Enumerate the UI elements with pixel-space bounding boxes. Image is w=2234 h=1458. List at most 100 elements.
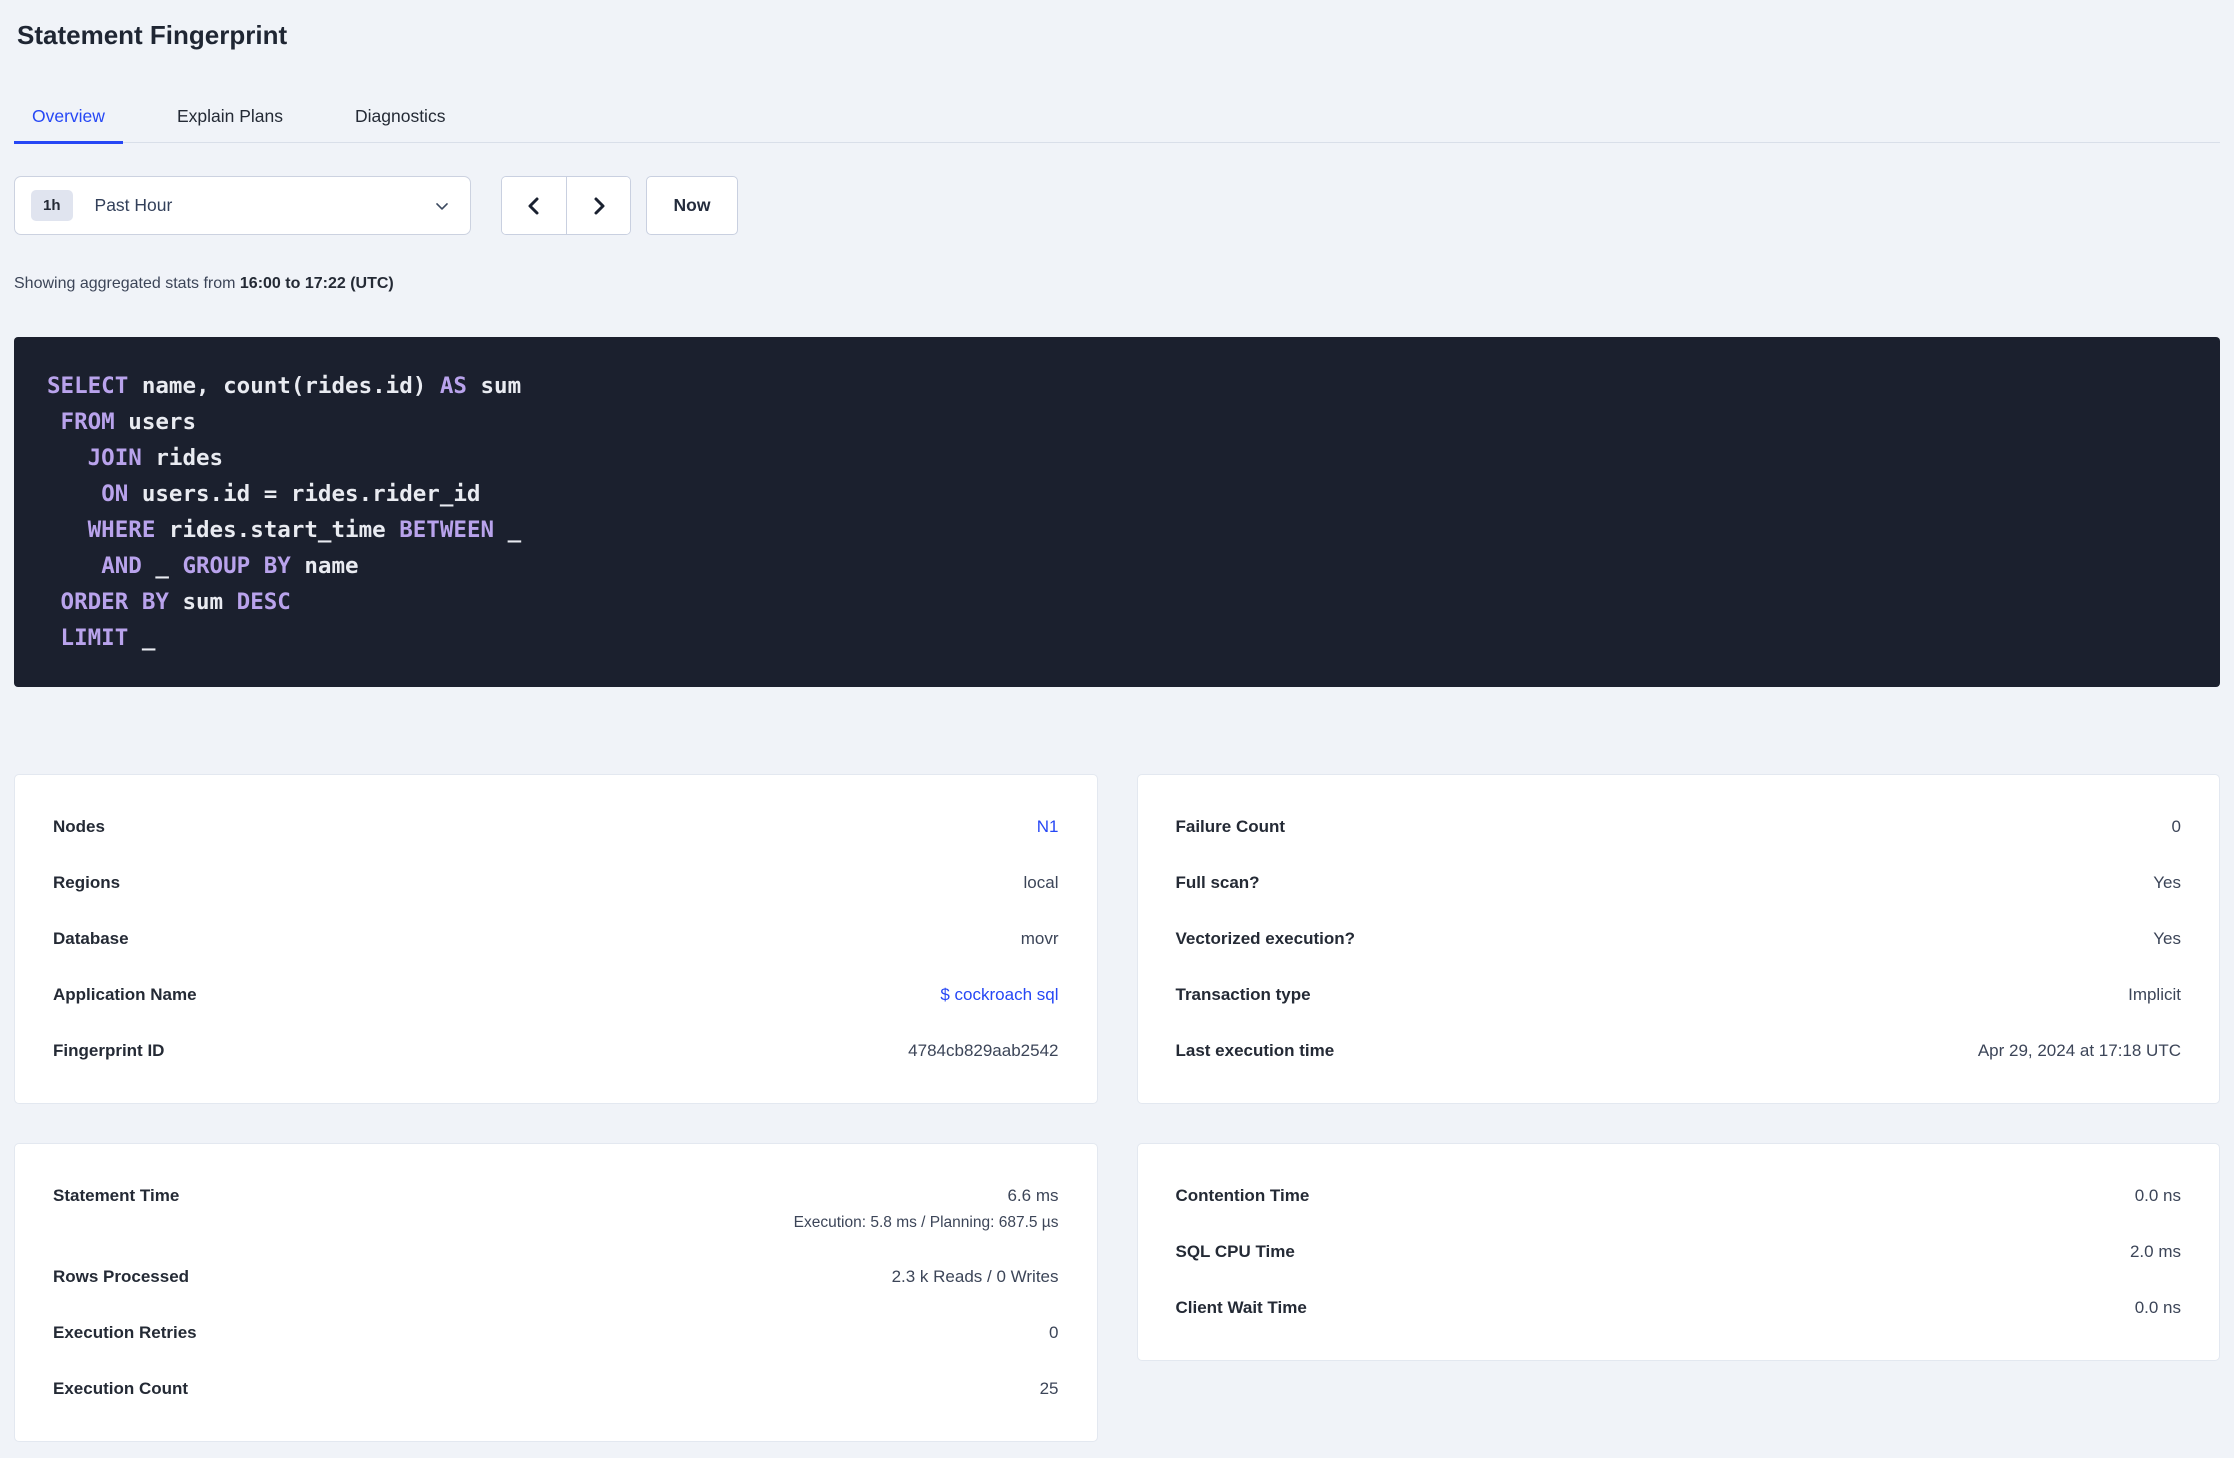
row-label: Database	[53, 929, 129, 948]
row-value-link[interactable]: N1	[1037, 817, 1059, 836]
sql-text: rides.start_time	[155, 517, 400, 543]
sql-text: users.id = rides.rider_id	[128, 481, 481, 507]
summary-row: Contention Time 0.0 ns	[1176, 1168, 2182, 1224]
previous-range-button[interactable]	[502, 177, 566, 234]
sql-text: name, count(rides.id)	[128, 373, 440, 399]
sql-keyword: AND	[101, 553, 142, 579]
sql-keyword: JOIN	[87, 445, 142, 471]
sql-text: name	[290, 553, 359, 579]
summary-row: Client Wait Time 0.0 ns	[1176, 1280, 2182, 1336]
stats-caption-range: 16:00 to 17:22 (UTC)	[239, 275, 394, 292]
row-value: 0	[1049, 1323, 1059, 1342]
sql-keyword: WHERE	[87, 517, 156, 543]
row-label: Transaction type	[1175, 985, 1311, 1004]
tab-explain-plans[interactable]: Explain Plans	[159, 101, 301, 144]
summary-row: Nodes N1	[53, 799, 1059, 855]
page-title: Statement Fingerprint	[17, 20, 288, 50]
row-label: Regions	[53, 873, 121, 892]
resource-usage-card: Contention Time 0.0 ns SQL CPU Time 2.0 …	[1136, 1143, 2220, 1361]
summary-row: Fingerprint ID 4784cb829aab2542	[53, 1023, 1059, 1079]
tab-label: Diagnostics	[354, 106, 446, 126]
chevron-right-icon	[587, 194, 611, 218]
row-label: Fingerprint ID	[53, 1041, 165, 1060]
row-value: 6.6 ms	[1007, 1186, 1059, 1205]
summary-cards-top: Nodes N1 Regions local Database movr App…	[14, 774, 2220, 1104]
time-range-nav	[501, 176, 631, 235]
time-range-selector[interactable]: 1h Past Hour	[14, 176, 471, 235]
row-value: 0.0 ns	[2134, 1186, 2181, 1205]
execution-attributes-card: Failure Count 0 Full scan? Yes Vectorize…	[1136, 774, 2220, 1104]
row-label: SQL CPU Time	[1175, 1242, 1295, 1261]
row-label: Nodes	[53, 817, 105, 836]
sql-text: _	[141, 553, 183, 579]
summary-row: Regions local	[53, 855, 1059, 911]
row-value: local	[1023, 873, 1059, 892]
row-label: Statement Time	[53, 1186, 180, 1205]
summary-row: Rows Processed 2.3 k Reads / 0 Writes	[53, 1249, 1059, 1305]
row-label: Execution Retries	[53, 1323, 197, 1342]
sql-keyword: FROM	[60, 409, 115, 435]
stats-caption: Showing aggregated stats from 16:00 to 1…	[14, 273, 2220, 295]
interval-badge: 1h	[31, 190, 73, 221]
row-label: Client Wait Time	[1175, 1298, 1307, 1317]
sql-text: sum	[466, 373, 522, 399]
now-button[interactable]: Now	[646, 176, 738, 235]
row-label: Vectorized execution?	[1175, 929, 1356, 948]
statement-fingerprint-page: Statement Fingerprint Overview Explain P…	[0, 0, 2234, 1442]
tab-diagnostics[interactable]: Diagnostics	[337, 101, 463, 144]
row-label: Failure Count	[1175, 817, 1286, 836]
sql-text: _	[128, 625, 156, 651]
row-value: 2.3 k Reads / 0 Writes	[891, 1267, 1059, 1286]
row-label: Last execution time	[1175, 1041, 1335, 1060]
time-controls: 1h Past Hour Now	[14, 176, 2220, 235]
row-subvalue: Execution: 5.8 ms / Planning: 687.5 µs	[793, 1214, 1059, 1231]
sql-keyword: BETWEEN	[399, 517, 495, 543]
row-value: Implicit	[2128, 985, 2181, 1004]
sql-text: sum	[168, 589, 237, 615]
row-value: Yes	[2153, 929, 2181, 948]
tab-overview[interactable]: Overview	[14, 101, 123, 144]
summary-row: SQL CPU Time 2.0 ms	[1176, 1224, 2182, 1280]
summary-row: Database movr	[53, 911, 1059, 967]
summary-row: Execution Retries 0	[53, 1305, 1059, 1361]
row-value: 0.0 ns	[2134, 1298, 2181, 1317]
chevron-down-icon	[432, 196, 452, 216]
summary-row: Failure Count 0	[1176, 799, 2182, 855]
sql-keyword: SELECT	[47, 373, 129, 399]
statement-details-card: Nodes N1 Regions local Database movr App…	[14, 774, 1098, 1104]
row-label: Execution Count	[53, 1379, 189, 1398]
row-value: Apr 29, 2024 at 17:18 UTC	[1977, 1041, 2181, 1060]
statement-times-card: Statement Time 6.6 ms Execution: 5.8 ms …	[14, 1143, 1098, 1442]
summary-row: Last execution time Apr 29, 2024 at 17:1…	[1176, 1023, 2182, 1079]
chevron-left-icon	[522, 194, 546, 218]
row-value-link[interactable]: $ cockroach sql	[940, 985, 1058, 1004]
next-range-button[interactable]	[566, 177, 630, 234]
tab-bar: Overview Explain Plans Diagnostics	[14, 101, 2220, 144]
tab-label: Explain Plans	[176, 106, 283, 126]
stats-caption-prefix: Showing aggregated stats from	[14, 275, 240, 292]
sql-statement: SELECT name, count(rides.id) AS sum FROM…	[47, 368, 2187, 656]
row-value: 2.0 ms	[2129, 1242, 2181, 1261]
row-label: Application Name	[53, 985, 197, 1004]
sql-keyword: GROUP BY	[182, 553, 291, 579]
row-value: movr	[1020, 929, 1059, 948]
sql-text: rides	[141, 445, 224, 471]
summary-row: Full scan? Yes	[1176, 855, 2182, 911]
sql-statement-box: SELECT name, count(rides.id) AS sum FROM…	[14, 337, 2220, 687]
sql-keyword: LIMIT	[60, 625, 129, 651]
summary-row: Execution Count 25	[53, 1361, 1059, 1417]
sql-keyword: AS	[439, 373, 467, 399]
row-label: Rows Processed	[53, 1267, 190, 1286]
sql-text: users	[114, 409, 197, 435]
row-value: 4784cb829aab2542	[908, 1041, 1059, 1060]
summary-row: Transaction type Implicit	[1176, 967, 2182, 1023]
row-value: Yes	[2153, 873, 2181, 892]
row-label: Contention Time	[1175, 1186, 1310, 1205]
sql-keyword: ON	[101, 481, 129, 507]
row-label: Full scan?	[1175, 873, 1260, 892]
